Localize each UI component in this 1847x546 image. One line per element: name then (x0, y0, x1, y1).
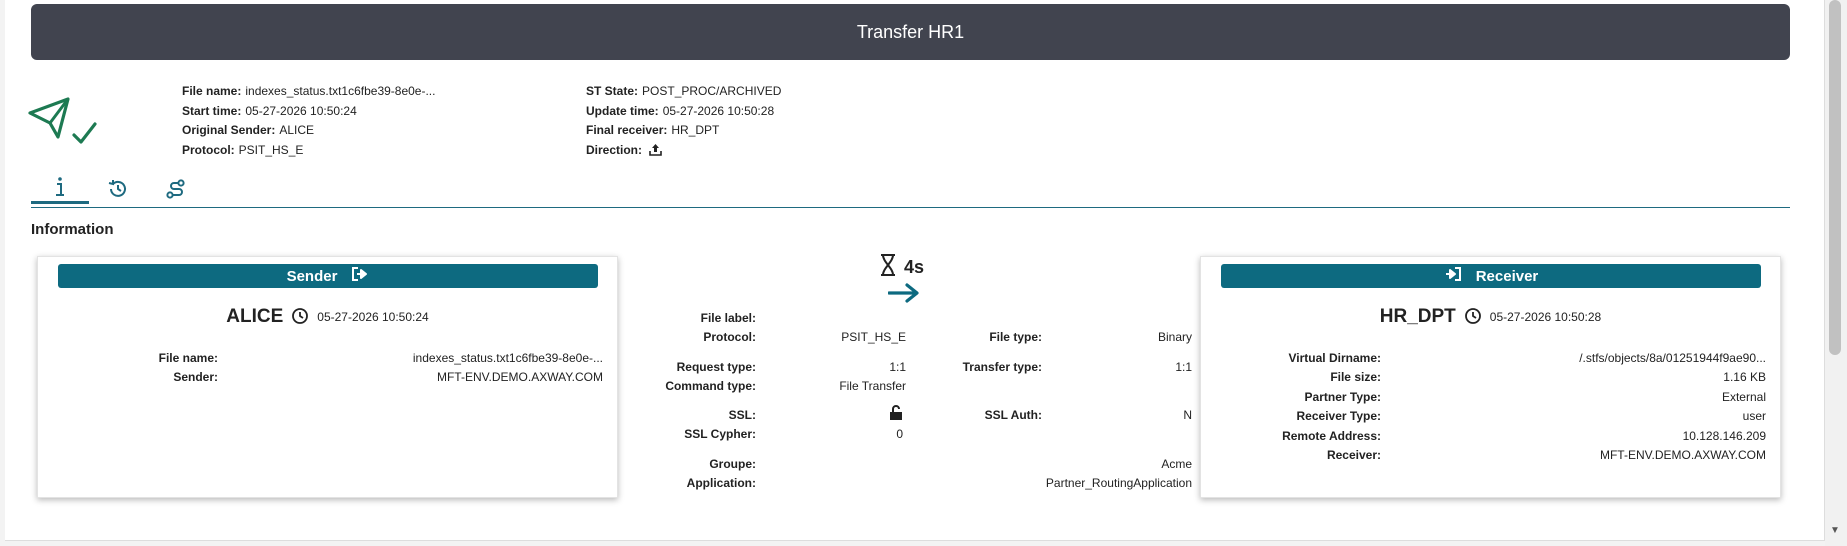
sign-out-icon (351, 266, 369, 286)
command-type-value: File Transfer (839, 379, 906, 393)
ssl-cypher-label: SSL Cypher: (684, 427, 756, 441)
sent-success-icon (28, 95, 100, 151)
receiver-name: HR_DPT (1379, 306, 1456, 327)
tab-history[interactable] (89, 176, 147, 204)
receiver-field-row: Virtual Dirname: /.stfs/objects/8a/01251… (1221, 349, 1766, 368)
receiver-field-row: File size: 1.16 KB (1221, 368, 1766, 387)
tabs-divider (31, 207, 1790, 208)
upload-icon (649, 143, 663, 163)
original-sender-value: ALICE (279, 123, 315, 137)
request-type-label: Request type: (676, 360, 756, 374)
request-type-value: 1:1 (889, 360, 906, 374)
sender-field-row: File name: indexes_status.txt1c6fbe39-8e… (58, 349, 603, 368)
sender-header: Sender (58, 264, 598, 288)
arrow-right-icon (887, 282, 920, 307)
ssl-auth-label: SSL Auth: (984, 408, 1042, 422)
page-title: Transfer HR1 (856, 21, 965, 42)
sender-card: Sender ALICE 05-27-2026 10:50:24 File na… (37, 256, 618, 498)
virtual-dirname-label: Virtual Dirname: (1288, 351, 1381, 365)
sender-field-row: Sender: MFT-ENV.DEMO.AXWAY.COM (58, 368, 603, 387)
hourglass-icon (880, 254, 896, 281)
transfer-title-bar: Transfer HR1 (31, 4, 1790, 60)
file-name-value: indexes_status.txt1c6fbe39-8e0e-... (245, 84, 436, 98)
application-label: Application: (686, 476, 756, 490)
groupe-value: Acme (1161, 457, 1192, 471)
receiver-fields: Virtual Dirname: /.stfs/objects/8a/01251… (1221, 349, 1766, 465)
file-size-label: File size: (1330, 370, 1381, 385)
protocol-value: PSIT_HS_E (238, 142, 304, 157)
receiver-card: Receiver HR_DPT 05-27-2026 10:50:28 Virt… (1200, 256, 1781, 498)
receiver-type-label: Receiver Type: (1296, 409, 1382, 424)
file-size-value: 1.16 KB (1723, 370, 1766, 385)
partner-type-value: External (1721, 389, 1766, 404)
sender-sender-value: MFT-ENV.DEMO.AXWAY.COM (436, 370, 603, 385)
unlock-icon (889, 405, 903, 424)
detail-tabs (31, 176, 205, 204)
virtual-dirname-value: /.stfs/objects/8a/01251944f9ae90... (1579, 351, 1766, 365)
command-type-label: Command type: (665, 379, 756, 393)
clock-icon (1464, 307, 1482, 328)
receiver-header: Receiver (1221, 264, 1761, 288)
file-name-label: File name: (182, 84, 242, 98)
transfer-type-label: Transfer type: (962, 360, 1042, 374)
receiver-receiver-label: Receiver: (1326, 448, 1381, 463)
protocol-label: Protocol: (182, 142, 235, 157)
sender-identity: ALICE 05-27-2026 10:50:24 (38, 306, 617, 328)
receiver-field-row: Receiver Type: user (1221, 407, 1767, 426)
transfer-duration: 4s (880, 254, 924, 281)
sender-fields: File name: indexes_status.txt1c6fbe39-8e… (58, 349, 603, 388)
sign-in-icon (1444, 266, 1462, 286)
st-state-label: ST State: (586, 84, 639, 98)
transfer-protocol-label: Protocol: (703, 330, 756, 344)
receiver-receiver-value: MFT-ENV.DEMO.AXWAY.COM (1599, 448, 1766, 463)
ssl-auth-value: N (1183, 408, 1192, 422)
direction-label: Direction: (586, 142, 643, 157)
receiver-field-row: Remote Address: 10.128.146.209 (1221, 427, 1766, 446)
final-receiver-value: HR_DPT (671, 123, 720, 137)
groupe-label: Groupe: (709, 457, 756, 471)
ssl-label: SSL: (728, 408, 756, 422)
section-title: Information (31, 221, 114, 238)
scroll-down-icon[interactable]: ▼ (1829, 524, 1841, 536)
tab-route[interactable] (147, 176, 205, 204)
transfer-type-value: 1:1 (1175, 360, 1192, 374)
sender-name: ALICE (226, 306, 284, 327)
remote-address-label: Remote Address: (1282, 428, 1381, 443)
partner-type-label: Partner Type: (1304, 389, 1381, 404)
receiver-identity: HR_DPT 05-27-2026 10:50:28 (1201, 306, 1780, 328)
summary-left: File name: indexes_status.txt1c6fbe39-8e0… (182, 82, 435, 160)
original-sender-label: Original Sender: (182, 123, 276, 137)
history-icon (107, 178, 129, 203)
sender-file-name-value: indexes_status.txt1c6fbe39-8e0e-... (412, 351, 603, 365)
sender-sender-label: Sender: (173, 370, 218, 385)
route-icon (165, 178, 187, 203)
transfer-protocol-value: PSIT_HS_E (841, 330, 906, 344)
receiver-type-value: user (1742, 409, 1766, 424)
application-value: Partner_RoutingApplication (1045, 476, 1192, 490)
receiver-field-row: Partner Type: External (1221, 388, 1766, 407)
update-time-label: Update time: (586, 103, 659, 118)
duration-value: 4s (904, 257, 925, 277)
scrollbar-thumb[interactable] (1829, 0, 1841, 355)
sender-datetime: 05-27-2026 10:50:24 (317, 310, 429, 324)
start-time-label: Start time: (182, 103, 242, 118)
sender-file-name-label: File name: (158, 351, 218, 365)
info-icon (50, 176, 70, 201)
file-type-label: File type: (989, 330, 1042, 344)
ssl-cypher-value: 0 (896, 427, 903, 441)
st-state-value: POST_PROC/ARCHIVED (642, 84, 782, 98)
tab-information[interactable] (31, 176, 89, 204)
receiver-field-row: Receiver: MFT-ENV.DEMO.AXWAY.COM (1221, 446, 1766, 465)
summary-right: ST State: POST_PROC/ARCHIVED Update time:… (586, 82, 781, 162)
clock-icon (291, 307, 309, 328)
final-receiver-label: Final receiver: (586, 123, 668, 137)
receiver-datetime: 05-27-2026 10:50:28 (1489, 310, 1602, 324)
update-time-value: 05-27-2026 10:50:28 (662, 103, 775, 118)
receiver-header-label: Receiver (1475, 267, 1539, 285)
sender-header-label: Sender (286, 267, 338, 285)
file-label-label: File label: (700, 311, 756, 325)
file-type-value: Binary (1157, 330, 1192, 344)
start-time-value: 05-27-2026 10:50:24 (245, 103, 357, 118)
remote-address-value: 10.128.146.209 (1682, 428, 1766, 443)
